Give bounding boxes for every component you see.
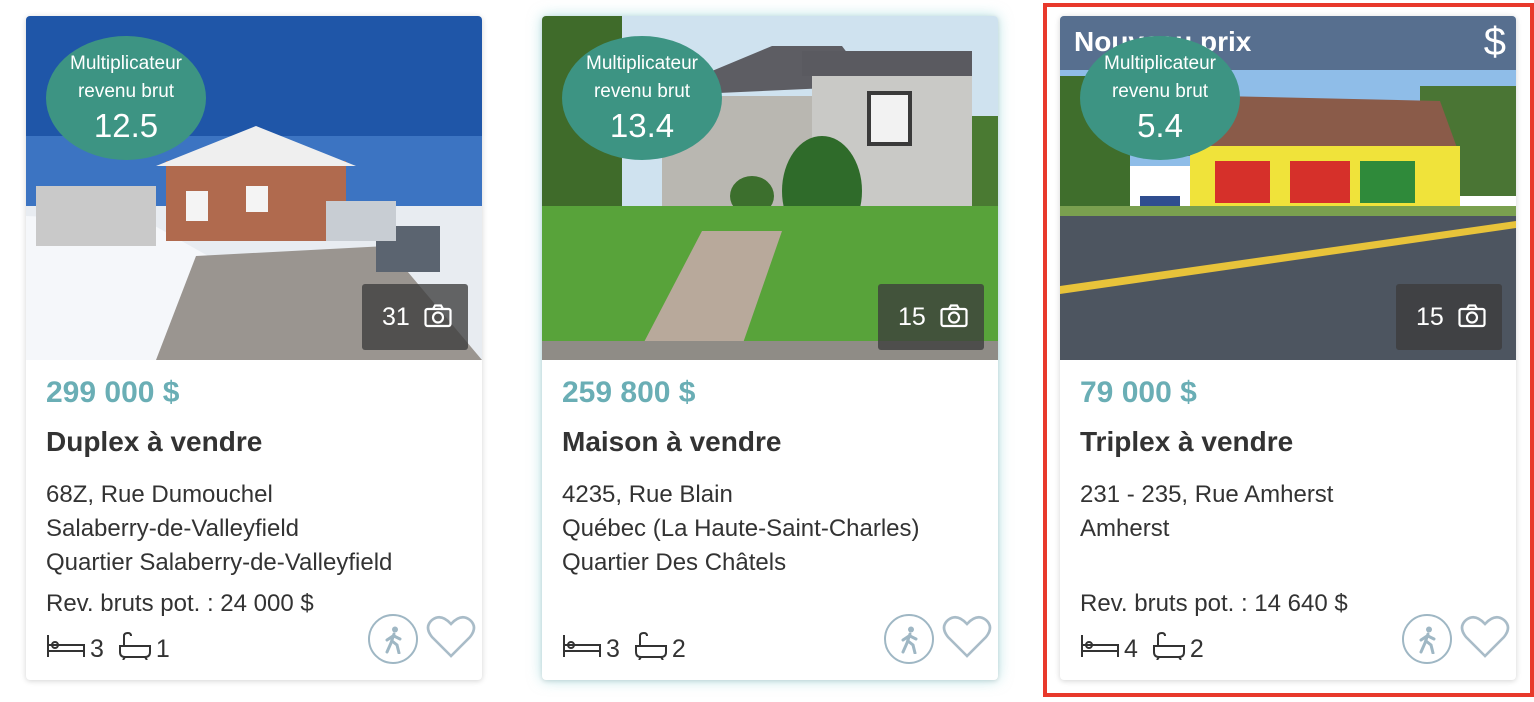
listing-price: 259 800 $ <box>562 376 696 409</box>
selection-highlight-frame <box>1043 3 1534 697</box>
camera-icon <box>424 304 452 328</box>
listing-card-1[interactable]: Multiplicateur revenu brut 12.5 31 299 0… <box>26 16 482 680</box>
badge-label: Multiplicateur <box>586 53 698 74</box>
potential-gross-revenue: Rev. bruts pot. : 24 000 $ <box>46 590 314 617</box>
listing-card-2[interactable]: Multiplicateur revenu brut 13.4 15 259 8… <box>542 16 998 680</box>
bedroom-count: 3 <box>90 634 104 663</box>
listing-type[interactable]: Duplex à vendre <box>46 426 262 458</box>
bed-icon <box>46 633 86 666</box>
address-line: 4235, Rue Blain <box>562 481 733 508</box>
walk-score-button[interactable] <box>368 614 418 664</box>
bathtub-icon <box>634 631 668 667</box>
badge-label: revenu brut <box>593 81 691 102</box>
address-line: Quartier Salaberry-de-Valleyfield <box>46 549 393 576</box>
walk-score-button[interactable] <box>884 614 934 664</box>
listing-photo[interactable]: Multiplicateur revenu brut 13.4 15 <box>542 16 998 360</box>
address-line: Salaberry-de-Valleyfield <box>46 515 300 542</box>
room-counts: 3 2 <box>562 631 700 667</box>
bed-icon <box>562 633 602 666</box>
favorite-heart-icon[interactable] <box>942 614 992 665</box>
gross-revenue-multiplier-badge: Multiplicateur revenu brut 12.5 <box>46 36 206 160</box>
address-line: Québec (La Haute-Saint-Charles) <box>562 515 920 542</box>
photo-count: 31 <box>382 303 410 331</box>
bathroom-count: 2 <box>671 634 686 663</box>
bathroom-count: 1 <box>155 634 170 663</box>
photo-count: 15 <box>898 303 926 331</box>
room-counts: 3 1 <box>46 631 184 667</box>
listing-photo[interactable]: Multiplicateur revenu brut 12.5 31 <box>26 16 482 360</box>
listing-type[interactable]: Maison à vendre <box>562 426 781 458</box>
listing-address: 4235, Rue Blain Québec (La Haute-Saint-C… <box>562 478 920 580</box>
listing-address: 68Z, Rue Dumouchel Salaberry-de-Valleyfi… <box>46 478 392 580</box>
pedestrian-icon <box>901 626 918 654</box>
bathtub-icon <box>118 631 152 667</box>
photo-count-button[interactable]: 15 <box>878 284 984 350</box>
badge-label: Multiplicateur <box>70 53 182 74</box>
favorite-heart-icon[interactable] <box>426 614 476 665</box>
photo-count-button[interactable]: 31 <box>362 284 468 350</box>
address-line: Quartier Des Châtels <box>562 549 787 576</box>
badge-value: 12.5 <box>93 107 159 144</box>
badge-value: 13.4 <box>609 107 675 144</box>
gross-revenue-multiplier-badge: Multiplicateur revenu brut 13.4 <box>562 36 722 160</box>
bedroom-count: 3 <box>606 634 620 663</box>
listing-price: 299 000 $ <box>46 376 180 409</box>
address-line: 68Z, Rue Dumouchel <box>46 481 273 508</box>
pedestrian-icon <box>385 626 402 654</box>
badge-label: revenu brut <box>77 81 175 102</box>
camera-icon <box>940 304 968 328</box>
